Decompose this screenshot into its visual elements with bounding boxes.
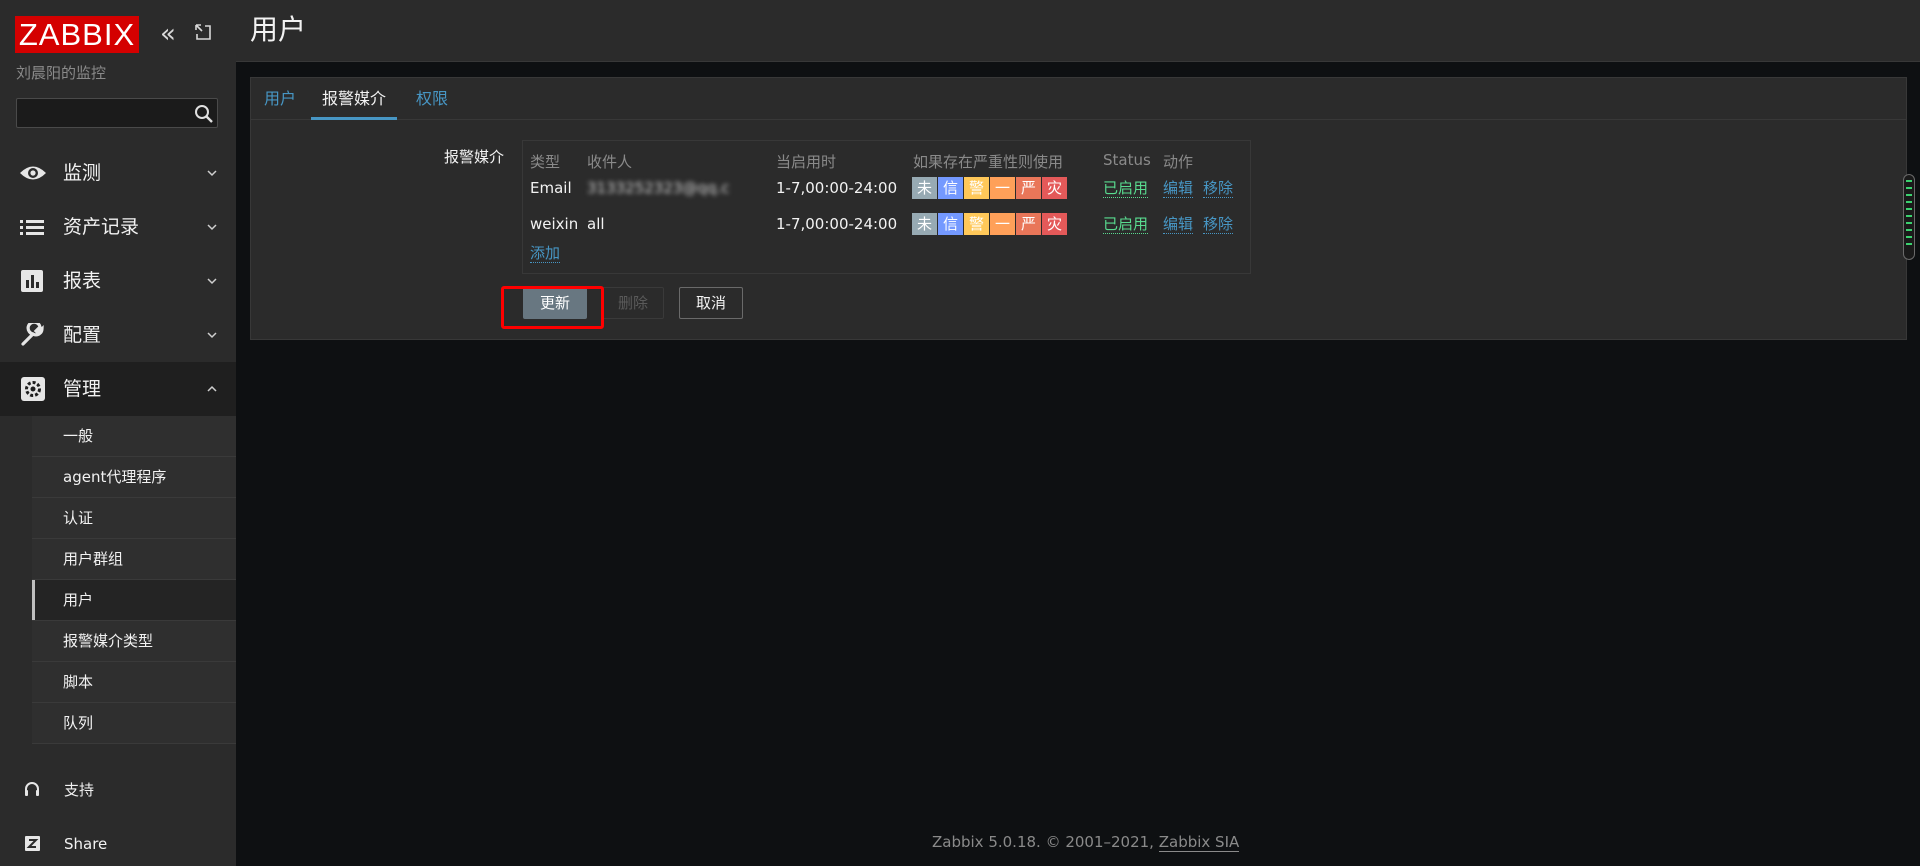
page-header: 用户 xyxy=(236,0,1920,62)
media-row-type: Email xyxy=(530,179,572,197)
menu-item-label: 报表 xyxy=(63,270,102,292)
severity-high: 严 xyxy=(1016,177,1041,199)
chevron-up-icon xyxy=(207,385,217,392)
eye-icon xyxy=(20,166,46,180)
submenu-item-queue[interactable]: 队列 xyxy=(32,703,236,744)
submenu-item-proxies[interactable]: agent代理程序 xyxy=(32,457,236,498)
chevron-down-icon xyxy=(207,170,217,177)
wrench-icon xyxy=(21,323,44,346)
media-status-toggle[interactable]: 已启用 xyxy=(1103,180,1149,198)
administration-submenu: 一般 agent代理程序 认证 用户群组 用户 报警媒介类型 脚本 队列 xyxy=(32,416,236,744)
menu-item-configuration[interactable]: 配置 xyxy=(0,308,236,362)
media-row-recipient: 3133252323@qq.c xyxy=(587,179,730,197)
menu-item-label: 配置 xyxy=(63,324,102,346)
severity-not-classified: 未 xyxy=(912,213,937,235)
sidebar: ZABBIX « 刘晨阳的监控 监测 资产记录 报表 配置 管理 一般 agen… xyxy=(0,0,236,866)
update-button-highlight xyxy=(501,286,604,329)
severity-indicators: 未 信 警 一 严 灾 xyxy=(912,177,1068,199)
tab-permissions[interactable]: 权限 xyxy=(416,88,448,120)
list-icon xyxy=(20,220,44,235)
column-header-when-active: 当启用时 xyxy=(776,153,837,171)
media-table: 类型 收件人 当启用时 如果存在严重性则使用 Status 动作 Email 3… xyxy=(522,140,1251,274)
column-header-action: 动作 xyxy=(1163,153,1194,171)
tab-user[interactable]: 用户 xyxy=(264,88,296,120)
severity-information: 信 xyxy=(938,177,963,199)
column-header-severity: 如果存在严重性则使用 xyxy=(913,153,1064,171)
footer-company-link[interactable]: Zabbix SIA xyxy=(1158,833,1240,852)
zabbix-logo[interactable]: ZABBIX xyxy=(15,16,139,53)
support-link[interactable]: 支持 xyxy=(0,770,236,810)
delete-button[interactable]: 删除 xyxy=(602,287,664,319)
submenu-item-user-groups[interactable]: 用户群组 xyxy=(32,539,236,580)
add-media-link[interactable]: 添加 xyxy=(530,245,561,263)
media-remove-link[interactable]: 移除 xyxy=(1203,180,1234,198)
severity-warning: 警 xyxy=(964,177,989,199)
chevron-down-icon xyxy=(207,278,217,285)
sidebar-bottom: 支持 Share xyxy=(0,748,236,866)
menu-item-administration[interactable]: 管理 xyxy=(0,362,236,416)
severity-average: 一 xyxy=(990,213,1015,235)
severity-disaster: 灾 xyxy=(1042,213,1067,235)
cancel-button[interactable]: 取消 xyxy=(679,287,743,319)
menu-item-monitoring[interactable]: 监测 xyxy=(0,146,236,200)
headset-icon xyxy=(25,782,39,796)
severity-disaster: 灾 xyxy=(1042,177,1067,199)
severity-indicators: 未 信 警 一 严 灾 xyxy=(912,213,1068,235)
submenu-item-media-types[interactable]: 报警媒介类型 xyxy=(32,621,236,662)
scroll-indicator[interactable] xyxy=(1903,174,1915,260)
submenu-item-authentication[interactable]: 认证 xyxy=(32,498,236,539)
menu-item-reports[interactable]: 报表 xyxy=(0,254,236,308)
search-icon[interactable] xyxy=(193,103,215,125)
collapse-sidebar-icon[interactable]: « xyxy=(160,20,182,48)
media-remove-link[interactable]: 移除 xyxy=(1203,216,1234,234)
column-header-status: Status xyxy=(1103,151,1151,169)
media-row-when-active: 1-7,00:00-24:00 xyxy=(776,179,898,197)
severity-average: 一 xyxy=(990,177,1015,199)
menu-item-label: 管理 xyxy=(63,378,102,400)
media-row-type: weixin xyxy=(530,215,579,233)
media-field-label: 报警媒介 xyxy=(444,148,505,166)
media-edit-link[interactable]: 编辑 xyxy=(1163,216,1194,234)
submenu-item-general[interactable]: 一般 xyxy=(32,416,236,457)
kiosk-mode-icon[interactable] xyxy=(193,22,213,42)
media-row-recipient: all xyxy=(587,215,605,233)
column-header-recipient: 收件人 xyxy=(587,153,633,171)
footer-text: Zabbix 5.0.18. © 2001–2021, xyxy=(932,833,1154,851)
column-header-type: 类型 xyxy=(530,153,561,171)
media-status-toggle[interactable]: 已启用 xyxy=(1103,216,1149,234)
server-name: 刘晨阳的监控 xyxy=(16,64,107,82)
page-title: 用户 xyxy=(250,13,307,46)
media-edit-link[interactable]: 编辑 xyxy=(1163,180,1194,198)
media-row-when-active: 1-7,00:00-24:00 xyxy=(776,215,898,233)
submenu-item-users[interactable]: 用户 xyxy=(32,580,236,621)
tab-media[interactable]: 报警媒介 xyxy=(311,88,398,120)
severity-not-classified: 未 xyxy=(912,177,937,199)
footer: Zabbix 5.0.18. © 2001–2021, Zabbix SIA xyxy=(932,833,1240,852)
chevron-down-icon xyxy=(207,332,217,339)
severity-high: 严 xyxy=(1016,213,1041,235)
sidebar-search-input[interactable] xyxy=(16,98,218,128)
bar-chart-icon xyxy=(21,270,43,292)
submenu-item-scripts[interactable]: 脚本 xyxy=(32,662,236,703)
menu-item-label: 资产记录 xyxy=(63,216,140,238)
user-form: 用户 报警媒介 权限 报警媒介 类型 收件人 当启用时 如果存在严重性则使用 S… xyxy=(250,77,1907,340)
support-label: 支持 xyxy=(64,781,95,799)
menu-item-label: 监测 xyxy=(63,162,102,184)
severity-warning: 警 xyxy=(964,213,989,235)
severity-information: 信 xyxy=(938,213,963,235)
menu-item-inventory[interactable]: 资产记录 xyxy=(0,200,236,254)
chevron-down-icon xyxy=(207,224,217,231)
zabbix-share-icon xyxy=(25,836,40,851)
share-link[interactable]: Share xyxy=(0,824,236,864)
gear-icon xyxy=(21,377,45,401)
share-label: Share xyxy=(64,835,108,853)
tab-bar: 用户 报警媒介 权限 xyxy=(251,78,1906,120)
